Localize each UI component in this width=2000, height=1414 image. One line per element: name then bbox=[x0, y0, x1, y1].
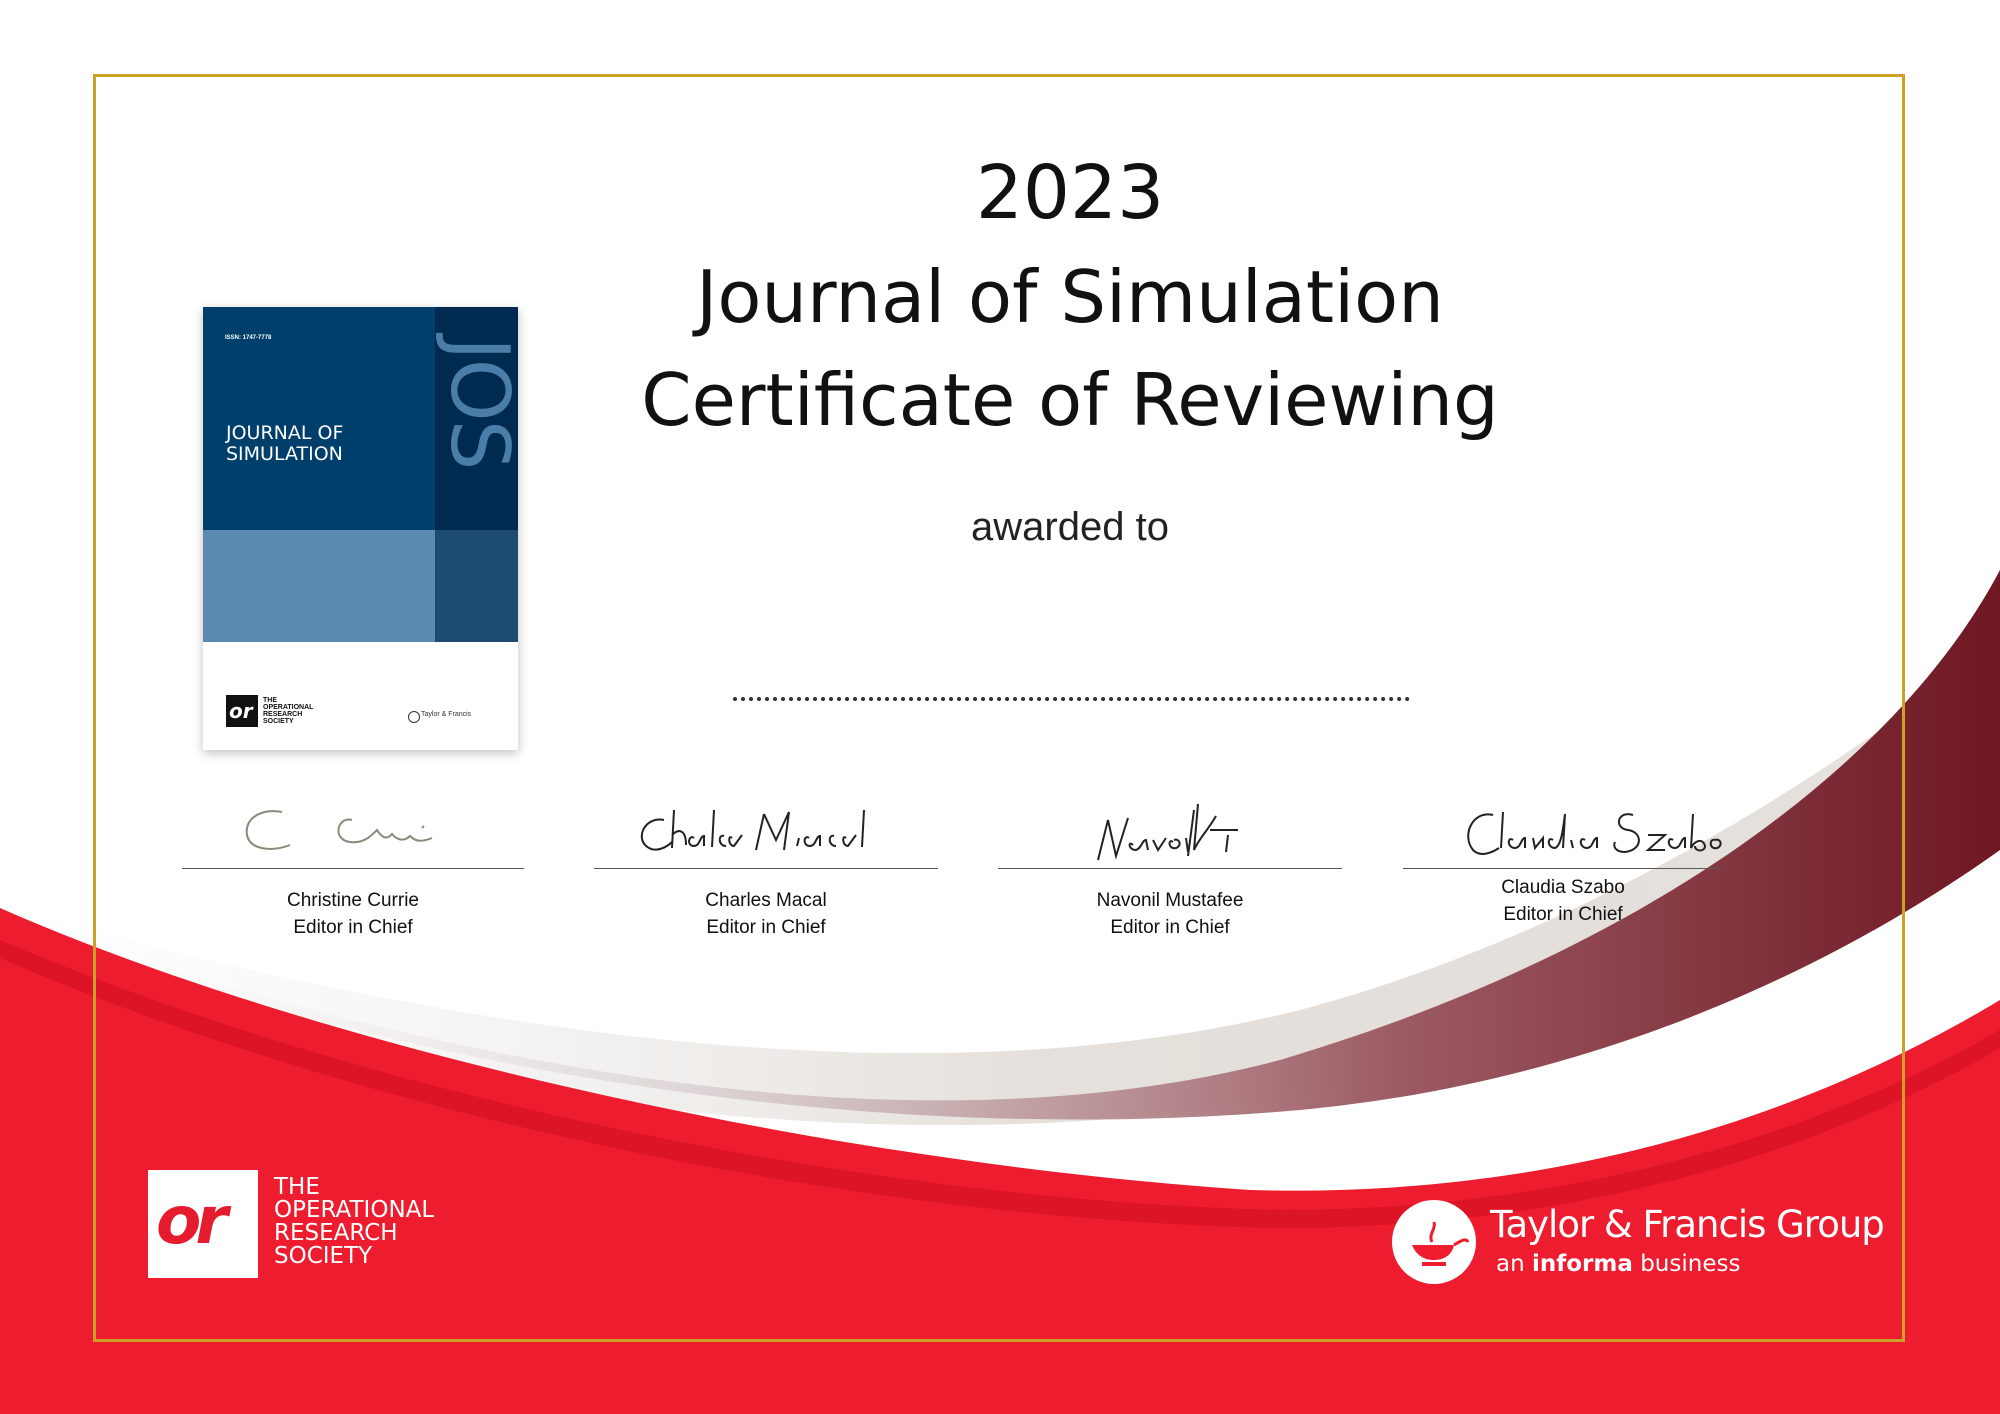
awarded-to-label: awarded to bbox=[971, 505, 1169, 549]
signature-mustafee-icon bbox=[1097, 803, 1238, 861]
signatory-role: Editor in Chief bbox=[293, 917, 413, 938]
signature-block-currie: Christine Currie Editor in Chief bbox=[182, 790, 524, 950]
tf-group-name: Taylor & Francis Group bbox=[1490, 1203, 1885, 1246]
cover-society-text: THE OPERATIONAL RESEARCH SOCIETY bbox=[263, 697, 314, 725]
signatory-role: Editor in Chief bbox=[1110, 917, 1230, 938]
signature-line bbox=[1403, 868, 1723, 869]
certificate-page: 2023 Journal of Simulation Certificate o… bbox=[0, 0, 2000, 1414]
cover-spine-lower-panel bbox=[435, 530, 518, 642]
tf-lamp-icon bbox=[1412, 1221, 1470, 1266]
cover-title: JOURNAL OF SIMULATION bbox=[226, 422, 344, 465]
signature-block-mustafee: Navonil Mustafee Editor in Chief bbox=[998, 790, 1342, 950]
journal-cover: ISSN: 1747-7778 JOURNAL OF SIMULATION JO… bbox=[203, 307, 518, 750]
certificate-year: 2023 bbox=[975, 150, 1165, 236]
or-society-name: THE OPERATIONAL RESEARCH SOCIETY bbox=[274, 1174, 435, 1269]
cover-publisher-icon bbox=[408, 711, 420, 723]
signature-szabo-icon bbox=[1467, 811, 1722, 855]
certificate-title: Certificate of Reviewing bbox=[641, 358, 1499, 442]
cover-middle-panel bbox=[203, 530, 435, 642]
cover-spine-letters: JOS bbox=[433, 337, 518, 469]
tf-tag-prefix: an bbox=[1496, 1251, 1532, 1277]
signatory-name: Claudia Szabo bbox=[1501, 877, 1625, 898]
journal-name: Journal of Simulation bbox=[696, 255, 1444, 339]
recipient-name-line bbox=[733, 697, 1410, 701]
signature-line bbox=[594, 868, 938, 869]
cover-or-mark: or bbox=[229, 699, 253, 723]
tf-tagline: an informa business bbox=[1496, 1251, 1740, 1277]
signature-currie-icon bbox=[245, 810, 433, 850]
tf-lamp-logo-icon bbox=[1392, 1200, 1476, 1284]
or-logo-mark: or bbox=[156, 1182, 228, 1259]
or-society-logo-icon: or bbox=[148, 1170, 258, 1278]
signatory-name: Charles Macal bbox=[705, 890, 827, 911]
cover-issn: ISSN: 1747-7778 bbox=[225, 335, 272, 341]
signature-macal-icon bbox=[640, 809, 865, 851]
signatory-name: Christine Currie bbox=[287, 890, 419, 911]
cover-publisher-text: Taylor & Francis bbox=[421, 711, 472, 718]
signature-line bbox=[998, 868, 1342, 869]
signature-block-macal: Charles Macal Editor in Chief bbox=[594, 790, 938, 950]
signatory-role: Editor in Chief bbox=[706, 917, 826, 938]
tf-tag-informa: informa bbox=[1531, 1251, 1633, 1277]
cover-or-logo-icon: or bbox=[226, 695, 258, 727]
signature-line bbox=[182, 868, 524, 869]
signatory-role: Editor in Chief bbox=[1503, 904, 1623, 925]
tf-tag-suffix: business bbox=[1632, 1251, 1741, 1277]
signatory-name: Navonil Mustafee bbox=[1096, 890, 1244, 911]
signature-block-szabo: Claudia Szabo Editor in Chief bbox=[1403, 790, 1723, 950]
